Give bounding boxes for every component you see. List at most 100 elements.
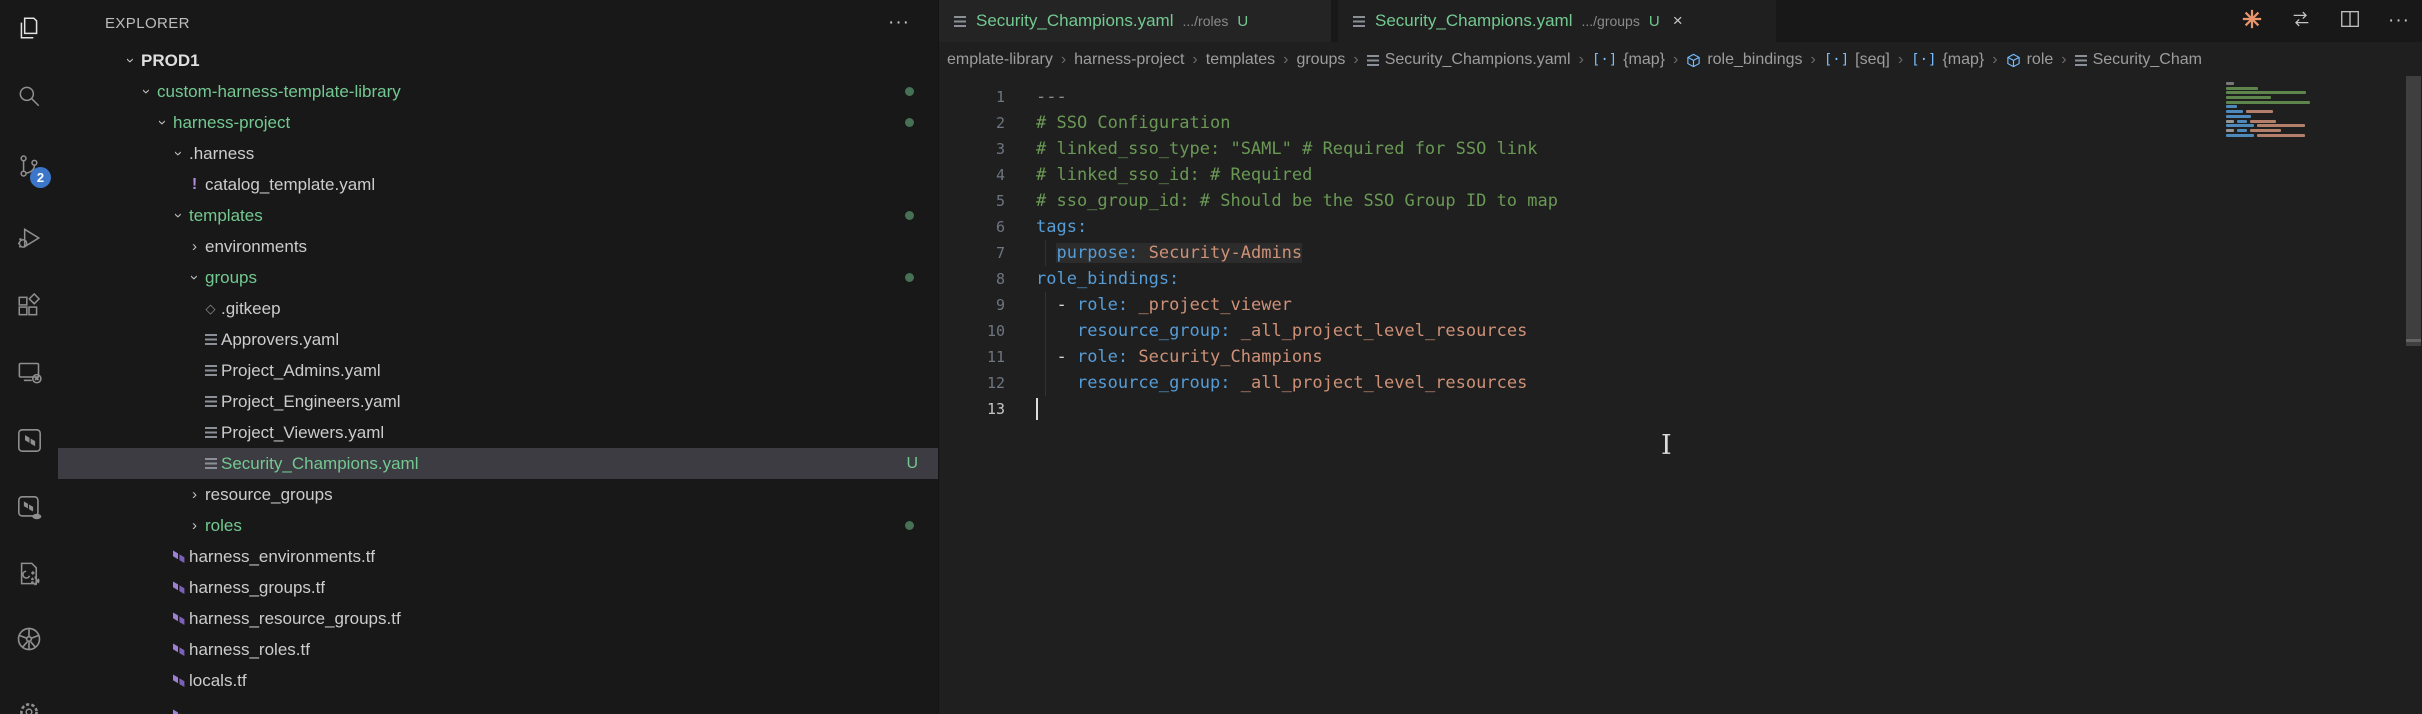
explorer-more-actions-icon[interactable]: ··· xyxy=(888,12,910,34)
breadcrumb-item[interactable]: groups xyxy=(1296,51,1345,69)
activity-bar: 2 xyxy=(0,0,58,714)
tree-item-locals-tf[interactable]: locals.tf xyxy=(58,665,938,696)
breadcrumb-item-map[interactable]: [·] {map} xyxy=(1592,51,1665,69)
breadcrumb-item-map[interactable]: [·] {map} xyxy=(1911,51,1984,69)
code-line: 8role_bindings: xyxy=(939,266,2404,292)
terraform-file-icon xyxy=(168,611,189,627)
settings-gear-icon[interactable] xyxy=(5,688,53,714)
tree-item-resource-groups[interactable]: resource_groups xyxy=(58,479,938,510)
breadcrumb-item-file[interactable]: Security_Champions.yaml xyxy=(1367,51,1571,69)
code-line: 10 resource_group: _all_project_level_re… xyxy=(939,318,2404,344)
tree-item-partial[interactable] xyxy=(58,700,938,714)
mouse-ibeam-cursor: I xyxy=(1661,430,1672,461)
symbol-array-icon: [·] xyxy=(1824,52,1849,68)
tree-item-project-viewers-yaml[interactable]: Project_Viewers.yaml xyxy=(58,417,938,448)
breadcrumb-item[interactable]: harness-project xyxy=(1074,51,1184,69)
tree-item-custom-harness-template-library[interactable]: custom-harness-template-library xyxy=(58,76,938,107)
tree-item-environments[interactable]: environments xyxy=(58,231,938,262)
tree-item-groups[interactable]: groups xyxy=(58,262,938,293)
tab-security-champions-groups-active[interactable]: Security_Champions.yaml .../groups U × xyxy=(1338,0,1776,42)
chevron-down-icon[interactable] xyxy=(152,114,173,131)
yaml-file-icon xyxy=(205,458,217,469)
yaml-file-icon xyxy=(1353,16,1365,27)
yaml-file-icon xyxy=(205,334,217,345)
chevron-down-icon[interactable] xyxy=(168,145,189,162)
breadcrumb-item-value[interactable]: Security_Cham xyxy=(2075,51,2202,69)
tree-item-gitkeep[interactable]: ◇ .gitkeep xyxy=(58,293,938,324)
tree-item-catalog-template[interactable]: ! catalog_template.yaml xyxy=(58,169,938,200)
tree-item-harness-roles-tf[interactable]: harness_roles.tf xyxy=(58,634,938,665)
breadcrumb-item[interactable]: emplate-library xyxy=(947,51,1053,69)
tree-item-harness-groups-tf[interactable]: harness_groups.tf xyxy=(58,572,938,603)
tree-item-templates[interactable]: templates xyxy=(58,200,938,231)
tree-item-harness-folder[interactable]: .harness xyxy=(58,138,938,169)
tree-item-security-champions-yaml[interactable]: Security_Champions.yaml U xyxy=(58,448,938,479)
tab-bar: Security_Champions.yaml .../roles U Secu… xyxy=(939,0,2422,42)
chevron-down-icon[interactable] xyxy=(120,52,141,69)
kubernetes-icon[interactable] xyxy=(5,615,53,663)
tab-security-champions-roles[interactable]: Security_Champions.yaml .../roles U xyxy=(939,0,1331,42)
code-line: 7 purpose: Security-Admins xyxy=(939,240,2404,266)
code-line: 2# SSO Configuration xyxy=(939,110,2404,136)
vertical-scrollbar[interactable] xyxy=(2405,42,2422,714)
yaml-file-icon xyxy=(954,16,966,27)
code-line: 11 - role: Security_Champions xyxy=(939,344,2404,370)
git-untracked-badge: U xyxy=(1237,13,1248,30)
chevron-down-icon[interactable] xyxy=(184,269,205,286)
tree-item-prod1[interactable]: PROD1 xyxy=(58,45,938,76)
breadcrumb: emplate-library › harness-project › temp… xyxy=(939,42,2402,78)
breadcrumb-item-role[interactable]: role xyxy=(2006,51,2054,69)
code-editor[interactable]: 1--- 2# SSO Configuration 3# linked_sso_… xyxy=(939,78,2404,714)
breadcrumb-item[interactable]: templates xyxy=(1206,51,1275,69)
terraform-file-icon xyxy=(168,549,189,565)
tree-item-harness-environments-tf[interactable]: harness_environments.tf xyxy=(58,541,938,572)
yaml-file-icon xyxy=(205,365,217,376)
git-changes-dot xyxy=(905,118,914,127)
editor-actions: ··· xyxy=(2241,0,2410,42)
tree-item-harness-project[interactable]: harness-project xyxy=(58,107,938,138)
tree-item-project-admins-yaml[interactable]: Project_Admins.yaml xyxy=(58,355,938,386)
minimap[interactable] xyxy=(2226,82,2396,138)
editor-group: Security_Champions.yaml .../roles U Secu… xyxy=(938,0,2422,714)
extensions-icon[interactable] xyxy=(5,282,53,330)
search-icon[interactable] xyxy=(5,72,53,120)
tree-item-project-engineers-yaml[interactable]: Project_Engineers.yaml xyxy=(58,386,938,417)
git-file-icon: ◇ xyxy=(206,301,216,317)
split-editor-icon[interactable] xyxy=(2339,8,2361,35)
yaml-file-icon xyxy=(1367,55,1379,66)
dev-tools-file-icon[interactable] xyxy=(5,549,53,597)
terraform-file-icon xyxy=(168,642,189,658)
chevron-down-icon[interactable] xyxy=(168,207,189,224)
breadcrumb-item-role-bindings[interactable]: role_bindings xyxy=(1686,51,1802,69)
code-line: 5# sso_group_id: # Should be the SSO Gro… xyxy=(939,188,2404,214)
symbol-cube-icon xyxy=(1686,53,1701,68)
close-icon[interactable]: × xyxy=(1673,11,1683,31)
chevron-right-icon[interactable] xyxy=(184,486,205,503)
terraform-file-icon xyxy=(168,580,189,596)
code-line: 4# linked_sso_id: # Required xyxy=(939,162,2404,188)
tree-item-harness-resource-groups-tf[interactable]: harness_resource_groups.tf xyxy=(58,603,938,634)
scrollbar-slider[interactable] xyxy=(2406,76,2421,346)
terraform-icon[interactable] xyxy=(5,416,53,464)
yaml-file-icon xyxy=(205,396,217,407)
remote-explorer-icon[interactable] xyxy=(5,348,53,396)
open-changes-icon[interactable] xyxy=(2290,8,2312,35)
tree-item-approvers-yaml[interactable]: Approvers.yaml xyxy=(58,324,938,355)
list-icon xyxy=(2075,55,2087,66)
breadcrumb-item-seq[interactable]: [·] [seq] xyxy=(1824,51,1890,69)
chevron-right-icon[interactable] xyxy=(184,517,205,534)
chevron-right-icon[interactable] xyxy=(184,238,205,255)
terraform-file-icon xyxy=(168,708,189,714)
extension-starburst-icon[interactable] xyxy=(2241,8,2263,35)
terraform-cloud-icon[interactable] xyxy=(5,483,53,531)
chevron-down-icon[interactable] xyxy=(136,83,157,100)
more-actions-icon[interactable]: ··· xyxy=(2388,10,2410,32)
run-debug-icon[interactable] xyxy=(5,214,53,262)
text-caret xyxy=(1036,398,1038,420)
vscode-window: 2 EXPLORER ··· xyxy=(0,0,2422,714)
tree-item-roles[interactable]: roles xyxy=(58,510,938,541)
yaml-file-icon xyxy=(205,427,217,438)
git-untracked-badge: U xyxy=(906,455,918,473)
source-control-icon[interactable]: 2 xyxy=(5,142,53,190)
explorer-icon[interactable] xyxy=(5,4,53,52)
